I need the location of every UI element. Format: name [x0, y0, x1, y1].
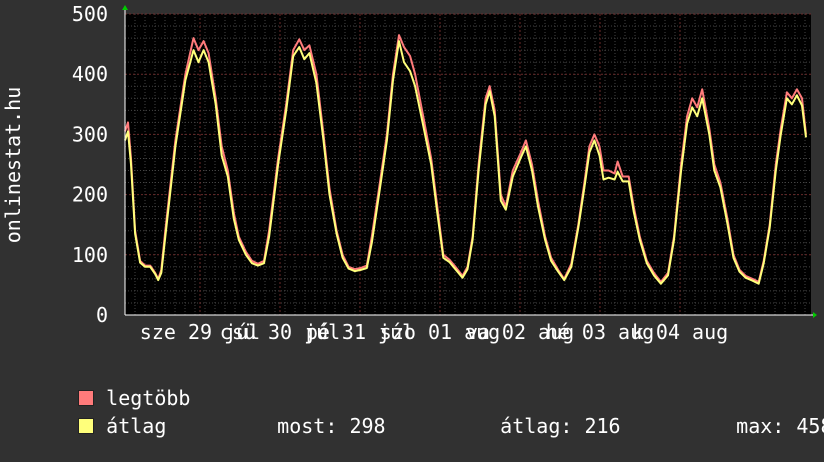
stat-max: max: 458 — [688, 390, 824, 462]
stat-current-label: most: — [277, 414, 338, 438]
y-tick-labels: 0 100 200 300 400 500 — [72, 2, 108, 327]
chart-stage: 0 100 200 300 400 500 sze 29 júl csü 30 júl pé … — [0, 0, 824, 438]
y-tick-label: 0 — [96, 303, 108, 327]
stat-current-value: 298 — [349, 414, 386, 438]
legend-swatch-atlag — [78, 418, 95, 434]
stat-max-value: 458 — [796, 414, 824, 438]
y-tick-label: 500 — [72, 2, 108, 26]
x-axis-arrow — [813, 312, 817, 318]
y-tick-label: 200 — [72, 183, 108, 207]
x-tick-labels: sze 29 júlcsü 30 júlpé 31 júlszo 01 augv… — [140, 320, 728, 344]
stat-current: most: 298 — [229, 390, 386, 462]
legend-label-atlag: átlag — [106, 414, 167, 438]
y-tick-label: 300 — [72, 122, 108, 146]
stat-max-label: max: — [736, 414, 785, 438]
stat-average-label: átlag: — [500, 414, 573, 438]
stat-average: átlag: 216 — [452, 390, 621, 462]
stat-average-value: 216 — [584, 414, 621, 438]
y-tick-label: 100 — [72, 243, 108, 267]
legend-item-atlag: átlag — [30, 390, 166, 462]
x-tick-label: k 04 aug — [632, 320, 728, 344]
y-axis-label: onlinestat.hu — [1, 87, 25, 244]
y-axis-arrow — [122, 5, 128, 10]
y-tick-label: 400 — [72, 62, 108, 86]
